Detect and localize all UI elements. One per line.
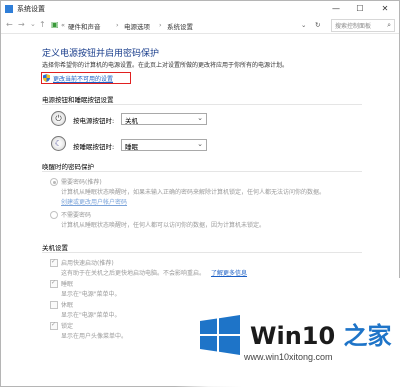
- fast-startup-description: 这有助于在关机之后更快地启动电脑。不会影响重启。: [61, 270, 206, 277]
- breadcrumb-separator-icon: «: [61, 21, 65, 29]
- sleep-button-action-value: 睡眠: [125, 143, 138, 151]
- divider: [42, 171, 362, 172]
- wake-password-heading: 唤醒时的密码保护: [42, 163, 94, 171]
- address-dropdown-icon[interactable]: ⌄: [301, 21, 306, 29]
- refresh-icon[interactable]: ↻: [315, 21, 320, 29]
- window-title: 系统设置: [17, 5, 45, 13]
- sleep-button-icon: [51, 136, 66, 151]
- watermark-brand: Win10 之家: [250, 316, 392, 351]
- page-title: 定义电源按钮并启用密码保护: [42, 49, 160, 59]
- page-description: 选择你希望你的计算机的电源设置。在此页上对设置所做的更改将应用于你所有的电源计划…: [42, 62, 289, 69]
- power-button-icon: [51, 111, 66, 126]
- shutdown-settings-heading: 关机设置: [42, 244, 68, 252]
- sleep-checkbox[interactable]: [50, 279, 58, 288]
- watermark-brand-suffix: 之家: [335, 322, 392, 350]
- require-password-radio[interactable]: [50, 178, 58, 186]
- windows-logo-icon: [200, 315, 240, 355]
- power-button-label: 按电源按钮时:: [73, 117, 115, 125]
- forward-arrow-icon[interactable]: →: [18, 20, 25, 29]
- sleep-button-action-select[interactable]: 睡眠 ⌄: [121, 139, 207, 151]
- require-password-description: 计算机从睡眠状态唤醒时，如果未输入正确的密码来解除计算机锁定，任何人都无法访问你…: [61, 189, 326, 196]
- search-input[interactable]: 搜索控制面板 ⌕: [331, 19, 395, 32]
- address-bar: ← → ⌄ ↑ ▣ « 硬件和声音 › 电源选项 › 系统设置 ⌄ ↻ 搜索控制…: [1, 17, 399, 34]
- sleep-button-label: 按睡眠按钮时:: [73, 143, 115, 151]
- control-panel-location-icon: ▣: [51, 20, 59, 29]
- history-dropdown-icon[interactable]: ⌄: [30, 20, 36, 28]
- change-unavailable-settings-link[interactable]: 更改当前不可用的设置: [41, 72, 131, 84]
- breadcrumb-power-options[interactable]: 电源选项: [124, 21, 150, 31]
- fast-startup-checkbox[interactable]: [50, 258, 58, 267]
- search-placeholder: 搜索控制面板: [335, 23, 372, 30]
- divider: [42, 252, 362, 253]
- lock-option-description: 显示在用户头像菜单中。: [61, 333, 128, 340]
- search-icon: ⌕: [387, 21, 391, 29]
- minimize-button[interactable]: —: [327, 1, 345, 17]
- no-password-description: 计算机从睡眠状态唤醒时，任何人都可以访问你的数据，因为计算机未锁定。: [61, 222, 266, 229]
- up-arrow-icon[interactable]: ↑: [39, 20, 46, 29]
- sleep-option-description: 显示在"电源"菜单中。: [61, 291, 121, 298]
- require-password-label: 需要密码(推荐): [61, 179, 102, 186]
- hibernate-checkbox[interactable]: [50, 301, 58, 309]
- hibernate-option-description: 显示在"电源"菜单中。: [61, 312, 121, 319]
- title-bar: 系统设置 — ☐ ✕: [1, 1, 399, 17]
- sleep-option-label: 睡眠: [61, 281, 74, 288]
- lock-checkbox[interactable]: [50, 321, 58, 330]
- maximize-button[interactable]: ☐: [351, 1, 369, 17]
- breadcrumb-separator-icon: ›: [116, 21, 119, 29]
- uac-shield-icon: [43, 74, 50, 82]
- watermark-url: www.win10xitong.com: [244, 352, 333, 362]
- back-arrow-icon[interactable]: ←: [6, 20, 13, 29]
- change-settings-label: 更改当前不可用的设置: [53, 76, 114, 83]
- fast-startup-label: 启用快速启动(推荐): [61, 260, 114, 267]
- power-button-action-value: 关机: [125, 117, 138, 125]
- control-panel-icon: [5, 5, 13, 13]
- lock-option-label: 锁定: [61, 323, 74, 330]
- divider: [42, 104, 362, 105]
- no-password-radio[interactable]: [50, 211, 58, 219]
- close-button[interactable]: ✕: [376, 1, 394, 17]
- no-password-label: 不需要密码: [61, 212, 92, 219]
- breadcrumb-system-settings[interactable]: 系统设置: [167, 21, 193, 31]
- breadcrumb-separator-icon: ›: [159, 21, 162, 29]
- chevron-down-icon: ⌄: [197, 140, 203, 148]
- breadcrumb-hardware[interactable]: 硬件和声音: [68, 21, 101, 31]
- chevron-down-icon: ⌄: [197, 114, 203, 122]
- learn-more-link[interactable]: 了解更多信息: [211, 268, 247, 277]
- hibernate-option-label: 休眠: [61, 302, 74, 309]
- power-buttons-heading: 电源按钮和睡眠按钮设置: [42, 96, 114, 104]
- power-button-action-select[interactable]: 关机 ⌄: [121, 113, 207, 125]
- create-change-password-link[interactable]: 创建或更改用户帐户密码: [61, 197, 127, 206]
- watermark-brand-name: Win10: [250, 322, 336, 350]
